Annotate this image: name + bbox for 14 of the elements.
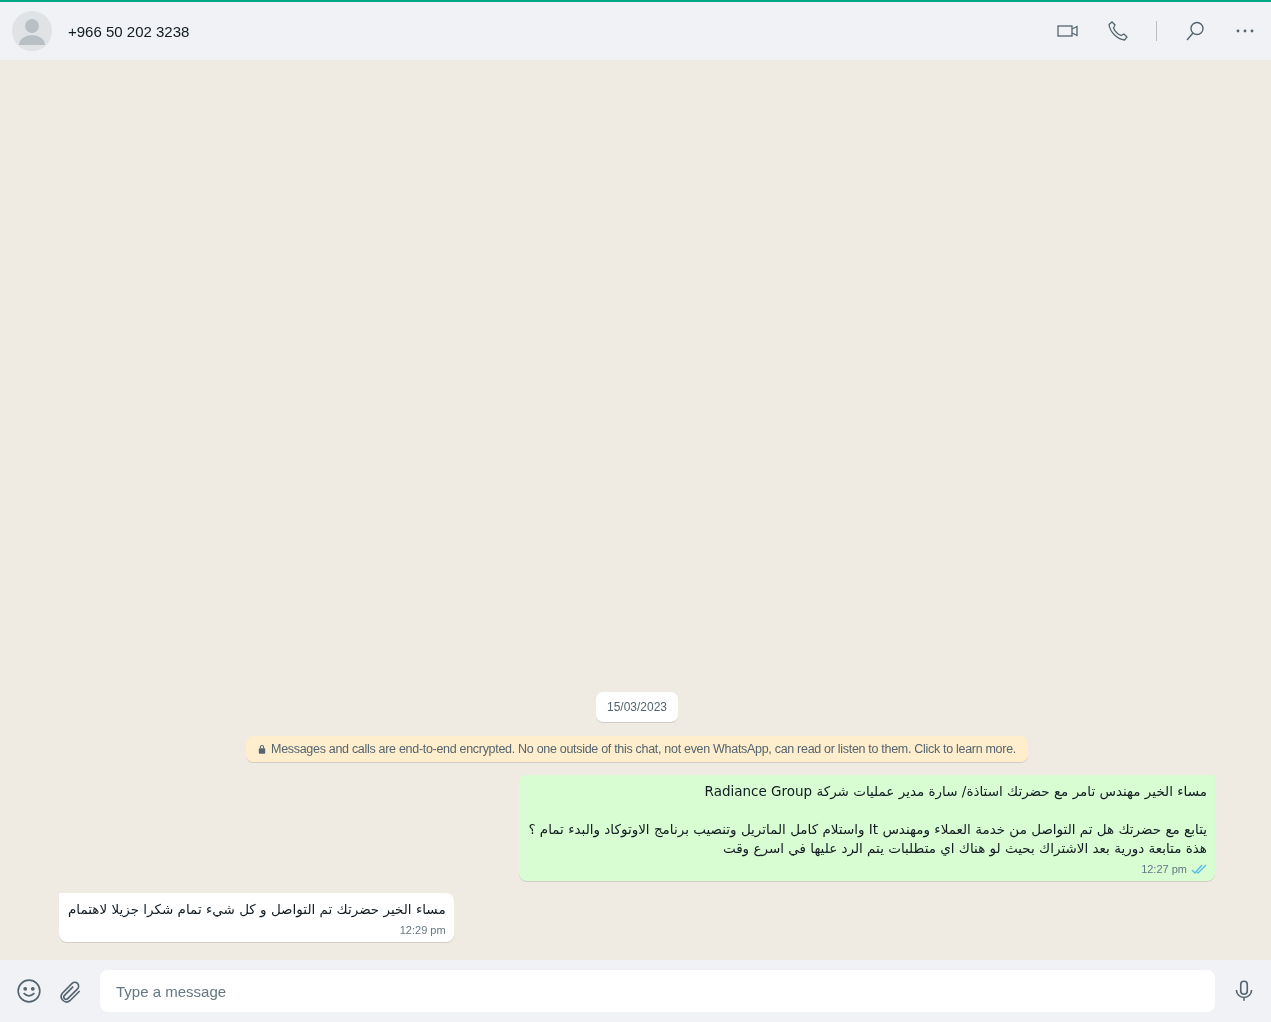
contact-name[interactable]: +966 50 202 3238 bbox=[68, 22, 190, 40]
phone-icon[interactable] bbox=[1106, 19, 1130, 43]
date-chip: 15/03/2023 bbox=[595, 692, 679, 722]
message-time: 12:27 pm bbox=[1141, 863, 1187, 875]
message-text: يتابع مع حضرتك هل تم التواصل من خدمة العملاء ومهندس It واستلام كامل الماتريل وتنصيب برنامج الاوتوكاد والبدء تمام ؟ هذة متابعة دورية بعد الاشتراك بحيث لو هناك اي متطلبات يتم الرد عليها في اسرع وقت bbox=[528, 820, 1207, 858]
message-time: 12:29 pm bbox=[399, 924, 446, 936]
encryption-notice[interactable]: Messages and calls are end-to-end encrypted. No one outside of this chat, not even WhatsApp, can read or listen to them. Click to learn more. bbox=[246, 736, 1028, 762]
message-text: مساء الخير مهندس تامر مع حضرتك استاذة/ سارة مدير عمليات شركة Radiance Group bbox=[703, 782, 1207, 801]
message-text: مساء الخير حضرتك تم التواصل و كل شيء تمام شكرا جزيلا لاهتمام bbox=[68, 900, 446, 919]
emoji-icon[interactable] bbox=[16, 978, 42, 1004]
search-icon[interactable] bbox=[1183, 19, 1207, 43]
lock-icon bbox=[258, 744, 267, 754]
notice-text: Messages and calls are end-to-end encrypted. No one outside of this chat, not even WhatsApp, can read or listen to them. Click to learn more. bbox=[271, 742, 1016, 756]
message-input[interactable]: Type a message bbox=[100, 970, 1215, 1012]
